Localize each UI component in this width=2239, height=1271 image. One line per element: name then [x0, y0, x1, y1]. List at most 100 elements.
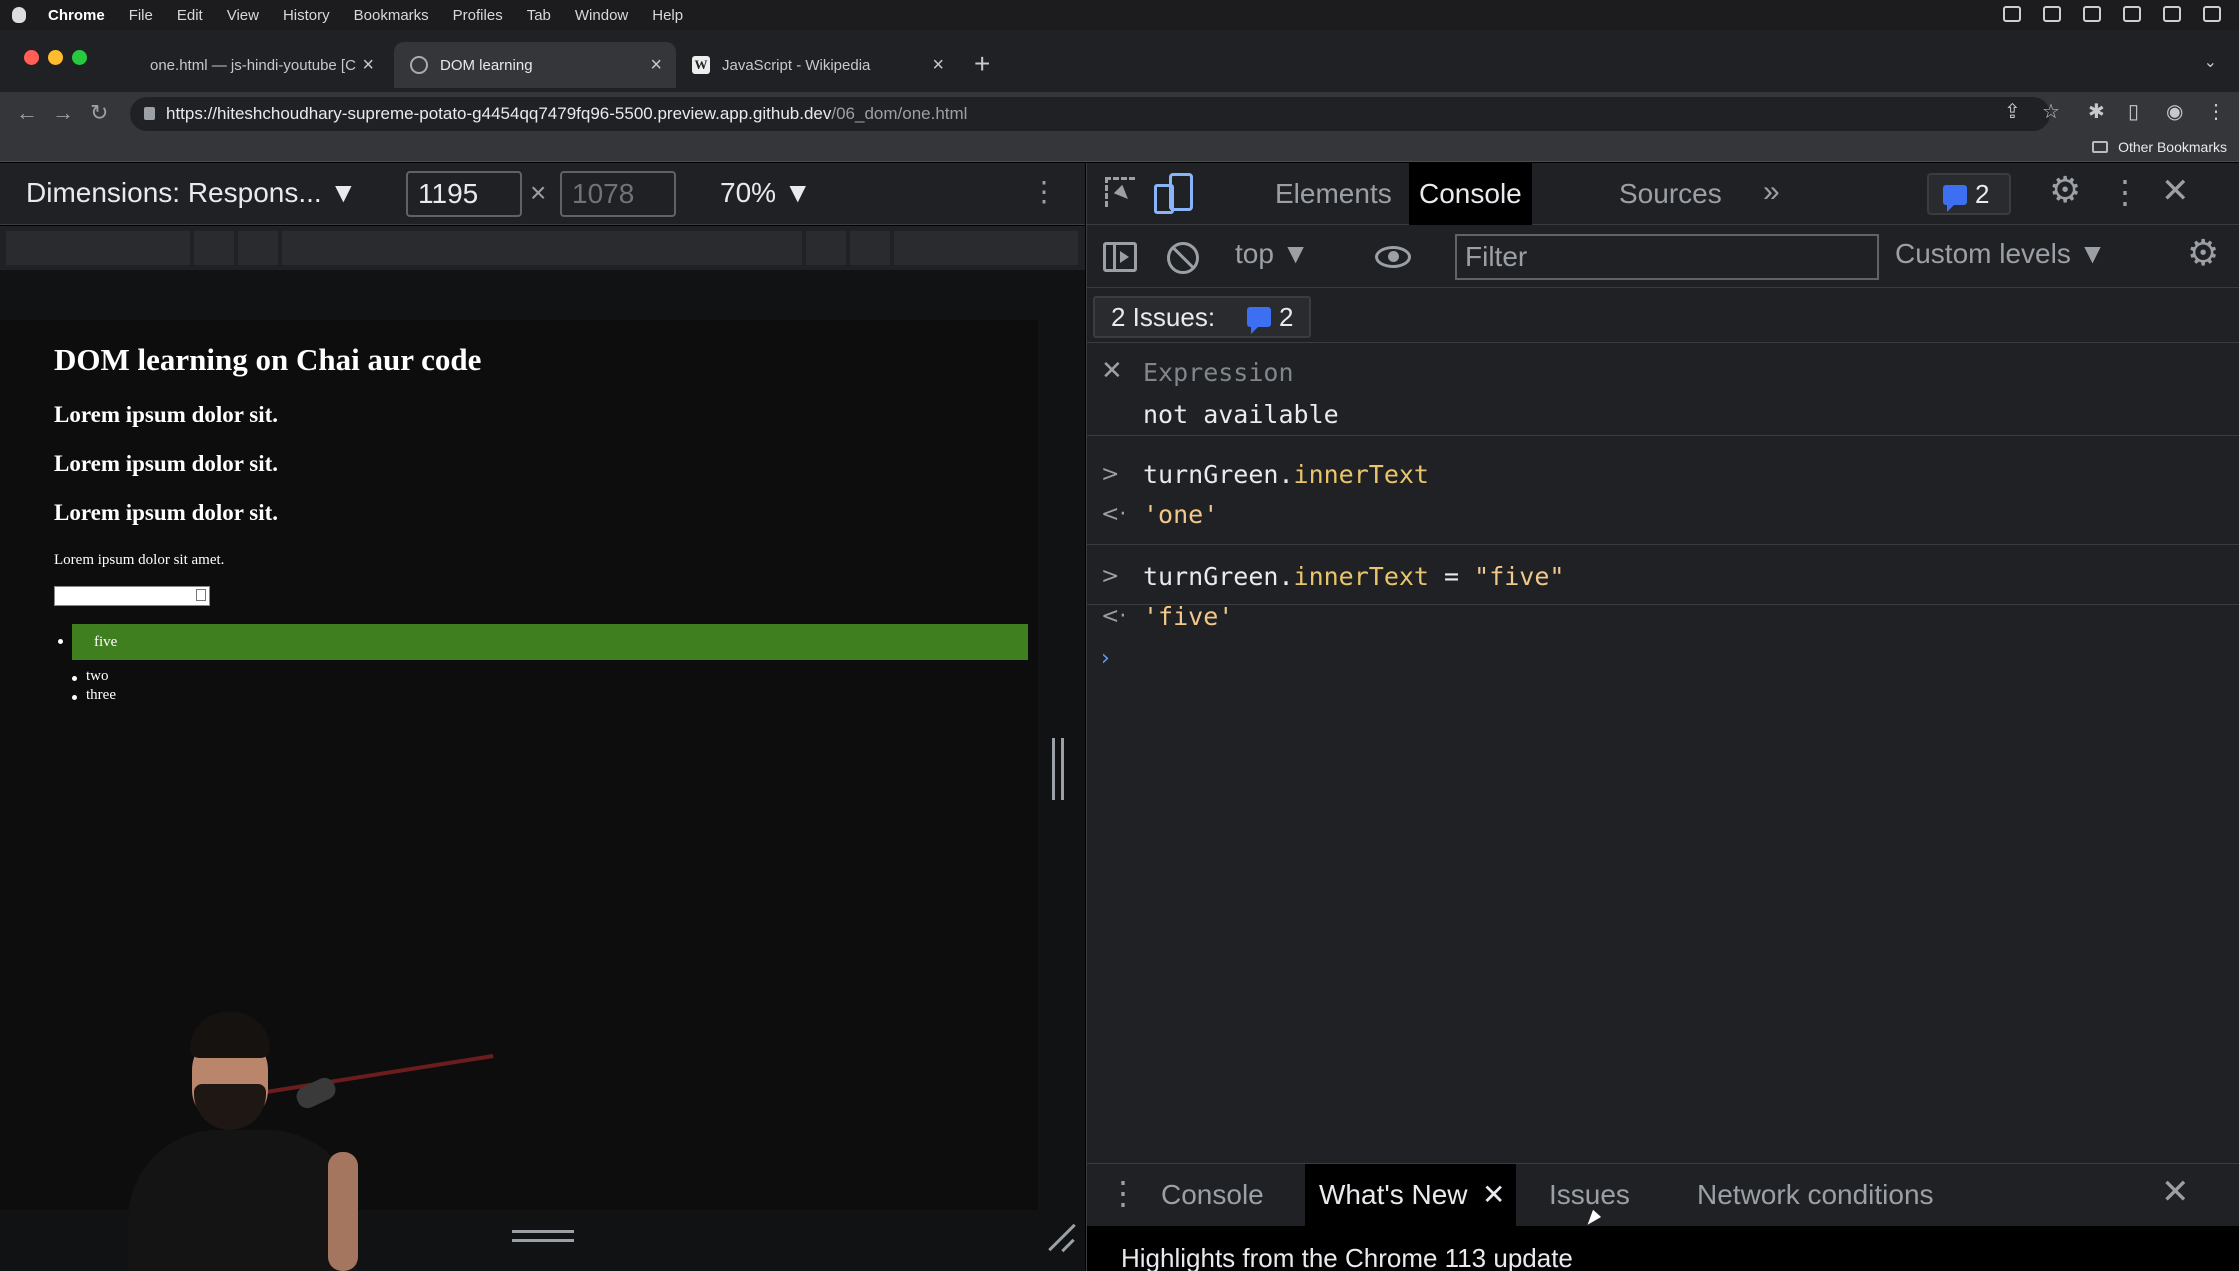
height-input[interactable]: 1078: [560, 171, 676, 217]
share-icon[interactable]: ⇪: [2004, 99, 2021, 124]
tab-sources[interactable]: Sources: [1609, 163, 1732, 225]
menu-chrome[interactable]: Chrome: [48, 7, 105, 24]
issues-label: 2 Issues:: [1111, 302, 1216, 332]
apple-icon[interactable]: [12, 7, 26, 23]
issues-link-button[interactable]: 2 Issues: 2: [1093, 296, 1311, 338]
page-list: five two three: [58, 624, 1028, 705]
chrome-menu-icon[interactable]: ⋮: [2206, 99, 2226, 124]
more-options-icon[interactable]: ⋮: [1030, 175, 1058, 208]
window-minimize-button[interactable]: [48, 50, 63, 65]
menu-help[interactable]: Help: [652, 7, 683, 24]
dimensions-select[interactable]: Dimensions: Respons... ▼: [26, 177, 357, 209]
menu-bookmarks[interactable]: Bookmarks: [354, 7, 429, 24]
devtools-menu-icon[interactable]: ⋮: [2109, 173, 2141, 211]
menu-edit[interactable]: Edit: [177, 7, 203, 24]
message-icon: [1943, 185, 1967, 212]
more-tabs-chevron-icon[interactable]: »: [1763, 175, 1780, 209]
close-icon[interactable]: ×: [362, 54, 374, 77]
media-query-segment[interactable]: [282, 231, 802, 265]
live-expression-eye-icon[interactable]: [1375, 246, 1411, 268]
tab-console[interactable]: Console: [1409, 163, 1532, 225]
drawer-tab-whats-new[interactable]: What's New ✕: [1305, 1164, 1516, 1226]
side-panel-icon[interactable]: ▯: [2128, 99, 2139, 124]
close-icon[interactable]: ✕: [1482, 1164, 1505, 1226]
drawer-tab-network-conditions[interactable]: Network conditions: [1683, 1164, 1948, 1226]
browser-tab-wikipedia[interactable]: W JavaScript - Wikipedia ×: [676, 42, 958, 88]
profile-avatar-icon[interactable]: ◉: [2166, 99, 2183, 124]
back-arrow-icon[interactable]: ←: [16, 100, 38, 126]
menu-tab[interactable]: Tab: [527, 7, 551, 24]
media-query-segment[interactable]: [6, 231, 190, 265]
tab-search-chevron-icon[interactable]: ⌄: [2204, 52, 2217, 72]
list-item: two: [72, 667, 1028, 686]
browser-tab-dom-learning[interactable]: DOM learning ×: [394, 42, 676, 88]
browser-tab-one-html[interactable]: one.html — js-hindi-youtube [C ×: [134, 42, 388, 88]
page-subheading: Lorem ipsum dolor sit.: [54, 500, 279, 525]
issues-counter-button[interactable]: 2: [1927, 173, 2011, 215]
close-icon[interactable]: ×: [650, 54, 662, 77]
console-input[interactable]: turnGreen.innerText = "five": [1143, 555, 1564, 599]
expression-field[interactable]: Expression: [1143, 358, 1294, 387]
window-zoom-button[interactable]: [72, 50, 87, 65]
media-query-segment[interactable]: [806, 231, 846, 265]
url-field[interactable]: https://hiteshchoudhary-supreme-potato-g…: [130, 97, 2050, 131]
media-query-segment[interactable]: [238, 231, 278, 265]
power-icon[interactable]: [2203, 6, 2221, 22]
sidebar-toggle-icon[interactable]: [1103, 242, 1137, 272]
tray-app-icon[interactable]: [2003, 6, 2021, 22]
context-selector[interactable]: top ▼: [1235, 238, 1309, 270]
drawer-tab-console[interactable]: Console: [1147, 1164, 1278, 1226]
lock-icon[interactable]: [144, 107, 155, 120]
whats-new-headline: Highlights from the Chrome 113 update: [1087, 1226, 2239, 1271]
star-icon[interactable]: ☆: [2042, 99, 2060, 124]
log-levels-select[interactable]: Custom levels ▼: [1895, 238, 2106, 270]
width-resize-handle[interactable]: [1052, 738, 1064, 800]
remove-expression-icon[interactable]: ✕: [1101, 356, 1123, 386]
presenter-body: [128, 1130, 358, 1271]
corner-resize-handle[interactable]: [1046, 1222, 1076, 1252]
device-toggle-icon[interactable]: [1154, 173, 1193, 214]
wifi-icon[interactable]: [2123, 6, 2141, 22]
inspect-element-icon[interactable]: [1105, 177, 1135, 207]
console-settings-gear-icon[interactable]: ⚙: [2187, 232, 2219, 274]
menu-view[interactable]: View: [227, 7, 259, 24]
page-text-input[interactable]: [54, 586, 210, 606]
control-center-icon[interactable]: [2163, 6, 2181, 22]
menu-history[interactable]: History: [283, 7, 330, 24]
drawer-menu-icon[interactable]: ⋮: [1107, 1174, 1139, 1212]
console-input[interactable]: turnGreen.innerText: [1143, 453, 1429, 497]
new-tab-button[interactable]: +: [974, 48, 990, 80]
menu-file[interactable]: File: [129, 7, 153, 24]
extensions-icon[interactable]: ✱: [2088, 99, 2105, 124]
console-output[interactable]: 'one': [1143, 493, 1218, 537]
code-property: innerText: [1293, 562, 1429, 591]
close-devtools-icon[interactable]: ✕: [2161, 171, 2190, 211]
width-input[interactable]: 1195: [406, 171, 522, 217]
filter-input[interactable]: Filter: [1455, 234, 1879, 280]
devtools-panel: Elements Console Sources » 2 ⚙ ⋮ ✕ top ▼…: [1086, 163, 2239, 1271]
console-output[interactable]: 'five': [1143, 595, 1233, 639]
forward-arrow-icon[interactable]: →: [52, 100, 74, 126]
close-icon[interactable]: ×: [932, 54, 944, 77]
tray-camera-icon[interactable]: [2083, 6, 2101, 22]
console-prompt-chevron-icon[interactable]: ›: [1101, 646, 1110, 671]
drawer-toolbar: ⋮ Console What's New ✕ Issues Network co…: [1087, 1163, 2239, 1226]
close-drawer-icon[interactable]: ✕: [2161, 1172, 2190, 1212]
media-query-segment[interactable]: [194, 231, 234, 265]
zoom-select[interactable]: 70% ▼: [720, 177, 812, 209]
code-object: turnGreen.: [1143, 562, 1294, 591]
tab-strip: one.html — js-hindi-youtube [C × DOM lea…: [0, 30, 2239, 92]
menu-window[interactable]: Window: [575, 7, 628, 24]
settings-gear-icon[interactable]: ⚙: [2049, 169, 2081, 211]
media-query-segment[interactable]: [850, 231, 890, 265]
console-input-row: > turnGreen.innerText = "five": [1087, 555, 2239, 599]
clear-console-icon[interactable]: [1167, 242, 1199, 274]
reload-icon[interactable]: ↻: [90, 100, 108, 126]
tab-elements[interactable]: Elements: [1265, 163, 1402, 225]
tray-discord-icon[interactable]: [2043, 6, 2061, 22]
window-close-button[interactable]: [24, 50, 39, 65]
height-resize-handle[interactable]: [512, 1230, 574, 1242]
other-bookmarks-folder[interactable]: Other Bookmarks: [2092, 139, 2227, 155]
menu-profiles[interactable]: Profiles: [453, 7, 503, 24]
media-query-segment[interactable]: [894, 231, 1078, 265]
